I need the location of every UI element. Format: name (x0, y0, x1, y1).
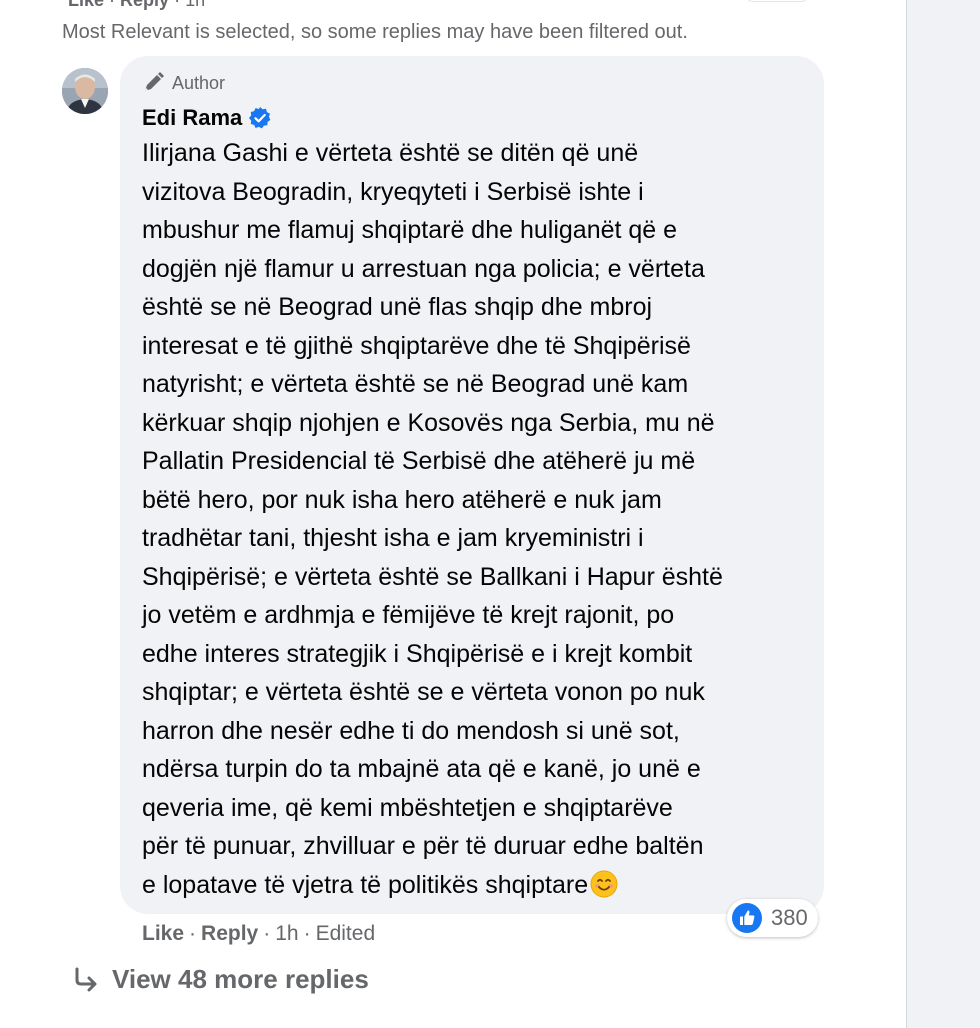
previous-like-link[interactable]: Like (68, 0, 104, 10)
verified-badge-icon (248, 106, 272, 130)
reaction-count: 380 (771, 905, 808, 930)
comment-actions: Like · Reply · 1h · Edited (142, 922, 375, 946)
reaction-summary[interactable]: 380 (727, 899, 818, 937)
author-name[interactable]: Edi Rama (142, 105, 242, 131)
separator: · (189, 922, 197, 945)
smiling-face-icon (590, 870, 618, 898)
edited-label: Edited (315, 922, 376, 945)
previous-reply-link[interactable]: Reply (120, 0, 169, 10)
like-link[interactable]: Like (142, 922, 184, 946)
view-more-replies-button[interactable]: View 48 more replies (72, 964, 369, 995)
author-badge: Author (142, 72, 225, 94)
author-badge-label: Author (172, 72, 226, 93)
author-name-row: Edi Rama (142, 105, 272, 131)
comment-time[interactable]: 1h (275, 922, 298, 946)
like-reaction-icon (732, 903, 762, 933)
right-panel (906, 0, 980, 1028)
pen-icon (145, 72, 164, 91)
filter-note: Most Relevant is selected, so some repli… (62, 21, 688, 43)
previous-comment-actions: Like · Reply · 1h (68, 0, 205, 11)
author-avatar[interactable] (62, 68, 108, 114)
avatar-image (62, 68, 108, 114)
previous-time: 1h (185, 0, 206, 10)
comment-body: Ilirjana Gashi e vërteta është se ditën … (142, 139, 723, 899)
comment-text: Ilirjana Gashi e vërteta është se ditën … (142, 134, 802, 904)
separator: · (263, 922, 271, 945)
view-more-label: View 48 more replies (112, 964, 369, 994)
reply-link[interactable]: Reply (201, 922, 258, 946)
reply-arrow-icon (75, 967, 97, 991)
separator: · (303, 922, 311, 945)
previous-reaction-bubble (745, 0, 809, 2)
